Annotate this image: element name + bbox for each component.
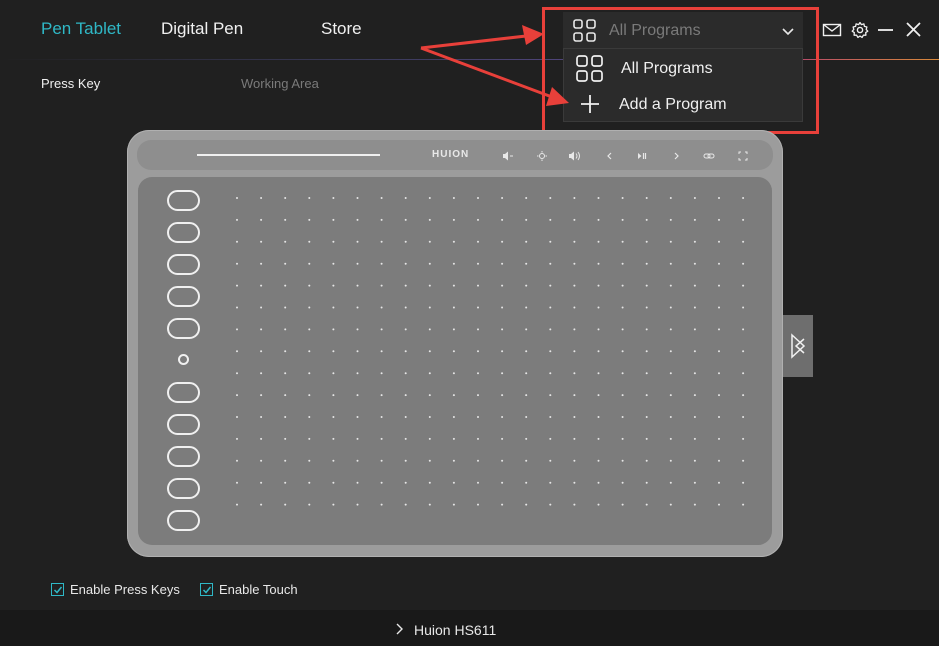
minimize-icon[interactable] — [876, 20, 896, 40]
tab-digital-pen[interactable]: Digital Pen — [161, 19, 243, 39]
close-icon[interactable] — [904, 20, 924, 40]
program-select-value: All Programs — [609, 22, 701, 39]
tablet-illustration: HUION — [127, 130, 783, 557]
check-icon — [53, 586, 63, 594]
check-icon — [202, 586, 212, 594]
plus-icon — [580, 94, 600, 119]
tab-store[interactable]: Store — [321, 19, 362, 39]
grid-icon — [576, 55, 604, 88]
gear-icon[interactable] — [850, 20, 870, 40]
chevron-right-icon — [394, 622, 404, 641]
menu-item-all-programs[interactable]: All Programs — [564, 50, 802, 86]
grid-icon — [573, 19, 597, 48]
checkbox-label: Enable Touch — [219, 582, 298, 597]
device-name: Huion HS611 — [414, 622, 497, 638]
checkbox-label: Enable Press Keys — [70, 582, 180, 597]
checkbox-box — [200, 583, 213, 596]
menu-item-label: Add a Program — [619, 96, 727, 113]
tablet-side-switch[interactable] — [783, 315, 813, 377]
menu-item-label: All Programs — [621, 60, 713, 77]
dot-grid — [236, 197, 745, 506]
enable-press-keys-checkbox[interactable]: Enable Press Keys — [51, 581, 191, 599]
program-select[interactable]: All Programs — [563, 12, 803, 48]
enable-touch-checkbox[interactable]: Enable Touch — [200, 581, 310, 599]
subtab-press-key[interactable]: Press Key — [41, 76, 100, 91]
checkbox-box — [51, 583, 64, 596]
device-selector[interactable]: Huion HS611 — [0, 610, 939, 646]
switch-icon — [791, 333, 806, 359]
menu-item-add-program[interactable]: Add a Program — [564, 86, 802, 122]
subtab-working-area[interactable]: Working Area — [241, 76, 319, 91]
program-dropdown-menu: All Programs Add a Program — [563, 48, 803, 122]
chevron-down-icon — [781, 24, 795, 42]
mail-icon[interactable] — [822, 20, 842, 40]
tab-pen-tablet[interactable]: Pen Tablet — [41, 19, 121, 39]
